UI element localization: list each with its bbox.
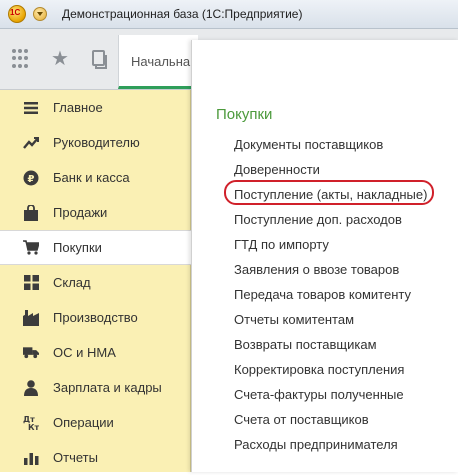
window-title: Демонстрационная база (1С:Предприятие) (62, 7, 303, 21)
menu-item-receipt-adjustment[interactable]: Корректировка поступления (234, 362, 404, 377)
menu-item-powers-of-attorney[interactable]: Доверенности (234, 162, 320, 177)
person-icon (23, 379, 39, 396)
menu-item-additional-expenses[interactable]: Поступление доп. расходов (234, 212, 402, 227)
shopping-bag-icon (23, 204, 39, 221)
sidebar-item-bank[interactable]: ₽ Банк и касса (0, 160, 190, 195)
sidebar-item-label: Отчеты (53, 450, 98, 465)
sidebar-item-production[interactable]: Производство (0, 300, 190, 335)
sidebar-item-warehouse[interactable]: Склад (0, 265, 190, 300)
svg-text:₽: ₽ (28, 174, 35, 185)
sidebar-item-label: Продажи (53, 205, 108, 220)
menu-item-consignor-reports[interactable]: Отчеты комитентам (234, 312, 354, 327)
menu-item-import-applications[interactable]: Заявления о ввозе товаров (234, 262, 399, 277)
all-functions-grid-icon[interactable] (12, 49, 30, 69)
sidebar-item-main[interactable]: Главное (0, 90, 190, 125)
sidebar-item-reports[interactable]: Отчеты (0, 440, 190, 475)
sidebar-item-label: Производство (53, 310, 138, 325)
app-logo-icon[interactable] (8, 5, 26, 23)
sidebar-item-manager[interactable]: Руководителю (0, 125, 190, 160)
menu-item-supplier-bills[interactable]: Счета от поставщиков (234, 412, 369, 427)
sidebar-item-sales[interactable]: Продажи (0, 195, 190, 230)
sidebar-item-label: Операции (53, 415, 114, 430)
menu-lines-icon (23, 100, 39, 116)
production-icon (23, 309, 39, 326)
sidebar-item-label: Главное (53, 100, 103, 115)
menu-item-invoices-received[interactable]: Счета-фактуры полученные (234, 387, 404, 402)
svg-text:Кт: Кт (28, 423, 39, 431)
operations-icon: Дт Кт (23, 415, 39, 431)
shopping-cart-icon (23, 240, 39, 256)
menu-item-entrepreneur-expenses[interactable]: Расходы предпринимателя (234, 437, 398, 452)
warehouse-grid-icon (23, 275, 39, 291)
favorites-star-icon[interactable]: ★ (51, 49, 71, 69)
title-bar: Демонстрационная база (1С:Предприятие) (0, 0, 458, 29)
truck-icon (23, 345, 39, 361)
sidebar-item-purchases[interactable]: Покупки (0, 230, 191, 265)
sidebar-item-label: Склад (53, 275, 91, 290)
sidebar-item-label: Банк и касса (53, 170, 130, 185)
tab-home-label: Начальна (131, 54, 191, 69)
trend-chart-icon (23, 135, 39, 151)
sections-sidebar: Главное Руководителю ₽ Банк и касса Прод… (0, 90, 191, 472)
main-menu-dropdown-icon[interactable] (33, 7, 47, 21)
section-panel: Покупки Документы поставщиков Довереннос… (191, 40, 458, 472)
sidebar-item-label: Зарплата и кадры (53, 380, 162, 395)
sidebar-item-operations[interactable]: Дт Кт Операции (0, 405, 190, 440)
panel-title: Покупки (216, 106, 273, 123)
sidebar-item-label: Покупки (53, 240, 102, 255)
menu-item-supplier-documents[interactable]: Документы поставщиков (234, 137, 383, 152)
highlight-annotation (224, 180, 434, 205)
history-icon[interactable] (90, 49, 110, 69)
sidebar-item-assets[interactable]: ОС и НМА (0, 335, 190, 370)
menu-item-import-declarations[interactable]: ГТД по импорту (234, 237, 329, 252)
sidebar-item-label: ОС и НМА (53, 345, 116, 360)
reports-chart-icon (23, 450, 39, 466)
sidebar-item-label: Руководителю (53, 135, 140, 150)
menu-item-supplier-returns[interactable]: Возвраты поставщикам (234, 337, 377, 352)
sidebar-item-salary[interactable]: Зарплата и кадры (0, 370, 190, 405)
tab-home[interactable]: Начальна (118, 35, 198, 89)
menu-item-transfer-to-consignor[interactable]: Передача товаров комитенту (234, 287, 411, 302)
ruble-coin-icon: ₽ (23, 170, 39, 186)
